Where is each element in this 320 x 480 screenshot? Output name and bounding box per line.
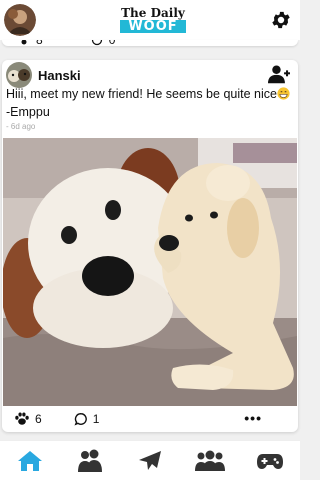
paw-like-button[interactable]: 6 [14, 412, 42, 426]
post-actions: 6 1 ••• [2, 406, 298, 432]
top-bar: The Daily WOOF [0, 0, 300, 40]
nav-friends[interactable] [190, 445, 230, 477]
caption-text: Hiii, meet my new friend! He seems be qu… [6, 87, 277, 101]
add-friend-icon[interactable] [268, 64, 290, 84]
nav-games[interactable] [250, 445, 290, 477]
bottom-nav [0, 440, 300, 480]
nav-home[interactable] [10, 445, 50, 477]
home-icon [18, 450, 42, 471]
game-icon [257, 453, 283, 469]
comment-button[interactable]: 1 [74, 412, 100, 426]
gear-icon[interactable] [270, 9, 292, 31]
user-avatar[interactable] [4, 4, 36, 36]
previous-post-card: 8 0 [2, 40, 298, 46]
post-card: Hanski Hiii, meet my new friend! He seem… [2, 60, 298, 432]
app-logo[interactable]: The Daily WOOF [120, 6, 186, 33]
previous-paw-count: 8 [36, 40, 43, 46]
comment-icon [74, 413, 87, 426]
previous-paw-action[interactable]: 8 [18, 40, 43, 46]
logo-top-text: The Daily [121, 6, 185, 20]
friends-icon [195, 450, 225, 471]
grin-emoji-icon [277, 87, 290, 100]
nav-send[interactable] [130, 445, 170, 477]
post-caption: Hiii, meet my new friend! He seems be qu… [6, 85, 291, 121]
previous-comment-count: 0 [109, 40, 116, 46]
post-photo[interactable] [3, 138, 297, 406]
previous-comment-action[interactable]: 0 [91, 40, 116, 46]
post-username[interactable]: Hanski [38, 68, 81, 83]
nav-profile[interactable] [70, 445, 110, 477]
logo-bottom-text: WOOF [120, 20, 186, 33]
more-options-button[interactable]: ••• [244, 410, 262, 426]
paw-count: 6 [35, 412, 42, 426]
paw-icon [15, 412, 29, 425]
app: The Daily WOOF 8 0 [0, 0, 300, 480]
post-timestamp: - 6d ago [6, 122, 36, 131]
paw-icon [21, 40, 27, 45]
comment-count: 1 [92, 412, 100, 426]
caption-signature: -Emppu [6, 105, 50, 119]
send-icon [139, 450, 161, 470]
comment-icon [91, 40, 102, 46]
profile-icon [78, 449, 102, 472]
